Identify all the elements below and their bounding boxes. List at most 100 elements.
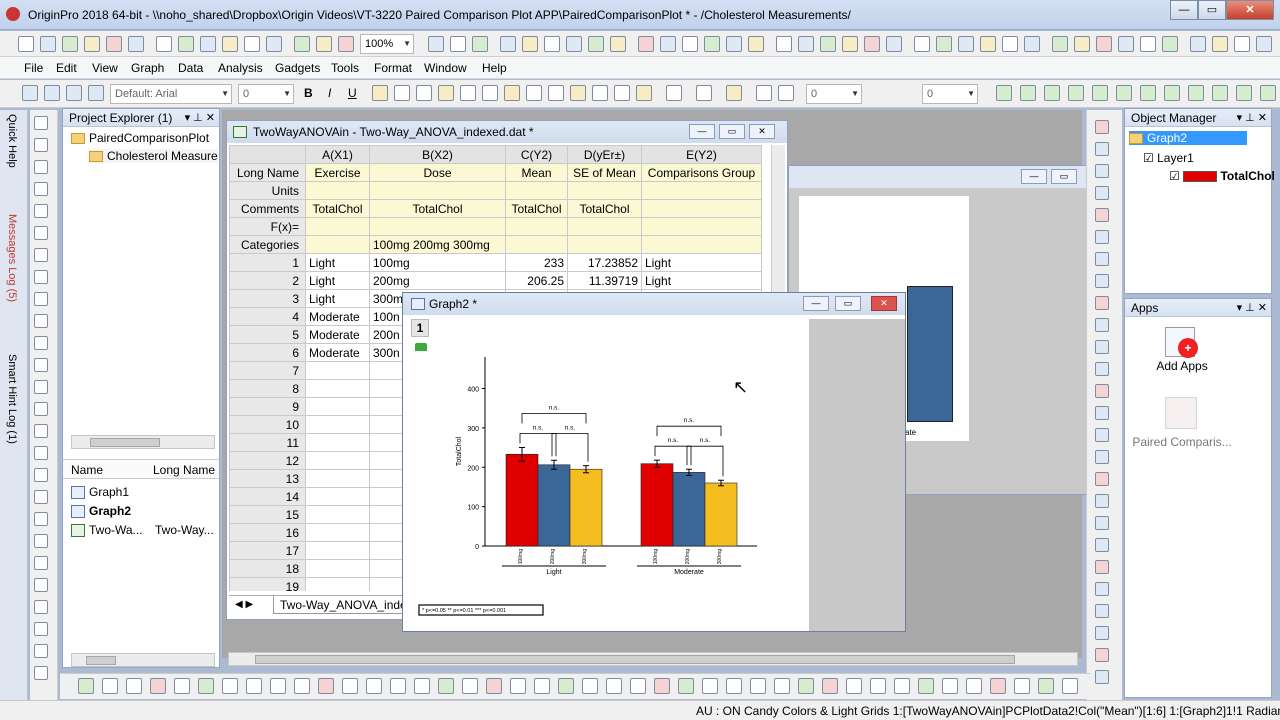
- add-apps-icon[interactable]: +: [1165, 327, 1198, 358]
- paired-comparison-app-label[interactable]: Paired Comparis...: [1125, 435, 1239, 449]
- menu-help[interactable]: Help: [482, 61, 507, 75]
- column-header[interactable]: E(Y2): [641, 145, 762, 164]
- underline-button[interactable]: U: [348, 86, 357, 100]
- tool-icon[interactable]: [34, 600, 48, 614]
- bottom-tool-icon[interactable]: [654, 678, 670, 694]
- bottom-tool-icon[interactable]: [246, 678, 262, 694]
- format-tool-icon[interactable]: [548, 85, 564, 101]
- tool-icon[interactable]: [34, 380, 48, 394]
- meta-cell[interactable]: [567, 217, 642, 236]
- data-cell[interactable]: 233: [505, 253, 568, 272]
- format-tool-icon[interactable]: [460, 85, 476, 101]
- data-cell[interactable]: Light: [641, 253, 762, 272]
- data-cell[interactable]: [305, 523, 370, 542]
- right-tool-icon[interactable]: [1095, 406, 1109, 420]
- toolbar-tool-icon[interactable]: [610, 36, 626, 52]
- meta-cell[interactable]: [305, 217, 370, 236]
- bar[interactable]: [505, 453, 539, 547]
- row-number[interactable]: 10: [229, 415, 306, 434]
- format-tool-icon[interactable]: [1068, 85, 1084, 101]
- graph2-window[interactable]: Graph2 * — ▭ ✕ 1 0 100 200 300 400 TotalChol 1…: [402, 292, 906, 632]
- data-cell[interactable]: Light: [305, 271, 370, 290]
- tool-icon[interactable]: [34, 666, 48, 680]
- right-tool-icon[interactable]: [1095, 582, 1109, 596]
- meta-cell[interactable]: [369, 217, 506, 236]
- tool-icon[interactable]: [34, 468, 48, 482]
- meta-cell[interactable]: SE of Mean: [567, 163, 642, 182]
- bottom-tool-icon[interactable]: [102, 678, 118, 694]
- toolbar-tool-icon[interactable]: [726, 36, 742, 52]
- meta-cell[interactable]: [505, 217, 568, 236]
- tool-icon[interactable]: [34, 556, 48, 570]
- meta-cell[interactable]: TotalChol: [305, 199, 370, 218]
- data-cell[interactable]: 11.39719: [567, 271, 642, 290]
- bottom-tool-icon[interactable]: [534, 678, 550, 694]
- meta-row-label[interactable]: Units: [229, 181, 306, 200]
- toolbar-tool-icon[interactable]: [588, 36, 604, 52]
- data-cell[interactable]: Moderate: [305, 307, 370, 326]
- menu-data[interactable]: Data: [178, 61, 203, 75]
- right-tool-icon[interactable]: [1095, 560, 1109, 574]
- data-cell[interactable]: [305, 397, 370, 416]
- menu-view[interactable]: View: [92, 61, 118, 75]
- bottom-tool-icon[interactable]: [198, 678, 214, 694]
- toolbar-tool-icon[interactable]: [156, 36, 172, 52]
- object-plot-node[interactable]: ☑ TotalChol: [1169, 169, 1275, 183]
- data-cell[interactable]: 100mg: [369, 253, 506, 272]
- toolbar-tool-icon[interactable]: [1190, 36, 1206, 52]
- tool-icon[interactable]: [34, 116, 48, 130]
- right-tool-icon[interactable]: [1095, 142, 1109, 156]
- row-number[interactable]: 17: [229, 541, 306, 560]
- object-graph-node[interactable]: Graph2: [1129, 131, 1248, 145]
- tool-icon[interactable]: [34, 138, 48, 152]
- tool-icon[interactable]: [34, 622, 48, 636]
- toolbar-tool-icon[interactable]: [338, 36, 354, 52]
- toolbar-tool-icon[interactable]: [244, 36, 260, 52]
- right-tool-icon[interactable]: [1095, 186, 1109, 200]
- row-number[interactable]: 8: [229, 379, 306, 398]
- sheet-nav-icon[interactable]: ◀ ▶: [235, 599, 253, 610]
- meta-cell[interactable]: [641, 199, 762, 218]
- meta-row-label[interactable]: Comments: [229, 199, 306, 218]
- format-tool-icon[interactable]: [1260, 85, 1276, 101]
- add-apps-label[interactable]: Add Apps: [1125, 359, 1239, 373]
- data-cell[interactable]: 17.23852: [567, 253, 642, 272]
- menu-gadgets[interactable]: Gadgets: [275, 61, 320, 75]
- format-tool-icon[interactable]: [726, 85, 742, 101]
- format-tool-icon[interactable]: [526, 85, 542, 101]
- format-tool-icon[interactable]: [614, 85, 630, 101]
- tool-icon[interactable]: [34, 314, 48, 328]
- meta-cell[interactable]: Comparisons Group: [641, 163, 762, 182]
- format-tool-icon[interactable]: [1212, 85, 1228, 101]
- bottom-tool-icon[interactable]: [270, 678, 286, 694]
- toolbar-tool-icon[interactable]: [1074, 36, 1090, 52]
- format-tool-icon[interactable]: [394, 85, 410, 101]
- right-tool-icon[interactable]: [1095, 450, 1109, 464]
- row-number[interactable]: 15: [229, 505, 306, 524]
- bottom-tool-icon[interactable]: [294, 678, 310, 694]
- toolbar-tool-icon[interactable]: [106, 36, 122, 52]
- panel-pin-close-icon[interactable]: ▾ ⊥ ✕: [1237, 299, 1267, 317]
- format-tool-icon[interactable]: [1116, 85, 1132, 101]
- tool-icon[interactable]: [34, 270, 48, 284]
- data-cell[interactable]: 206.25: [505, 271, 568, 290]
- format-tool-icon[interactable]: [696, 85, 712, 101]
- right-tool-icon[interactable]: [1095, 362, 1109, 376]
- bottom-tool-icon[interactable]: [894, 678, 910, 694]
- right-tool-icon[interactable]: [1095, 538, 1109, 552]
- row-number[interactable]: 2: [229, 271, 306, 290]
- format-tool-icon[interactable]: [88, 85, 104, 101]
- bottom-tool-icon[interactable]: [726, 678, 742, 694]
- project-item[interactable]: Graph2: [71, 504, 217, 519]
- right-tool-icon[interactable]: [1095, 318, 1109, 332]
- meta-cell[interactable]: Exercise: [305, 163, 370, 182]
- toolbar-tool-icon[interactable]: [820, 36, 836, 52]
- bottom-tool-icon[interactable]: [942, 678, 958, 694]
- italic-button[interactable]: I: [328, 86, 331, 100]
- ws-close-button[interactable]: ✕: [749, 124, 775, 139]
- data-cell[interactable]: Light: [305, 289, 370, 308]
- right-tool-icon[interactable]: [1095, 230, 1109, 244]
- column-header[interactable]: B(X2): [369, 145, 506, 164]
- meta-cell[interactable]: [567, 235, 642, 254]
- meta-row-label[interactable]: Long Name: [229, 163, 306, 182]
